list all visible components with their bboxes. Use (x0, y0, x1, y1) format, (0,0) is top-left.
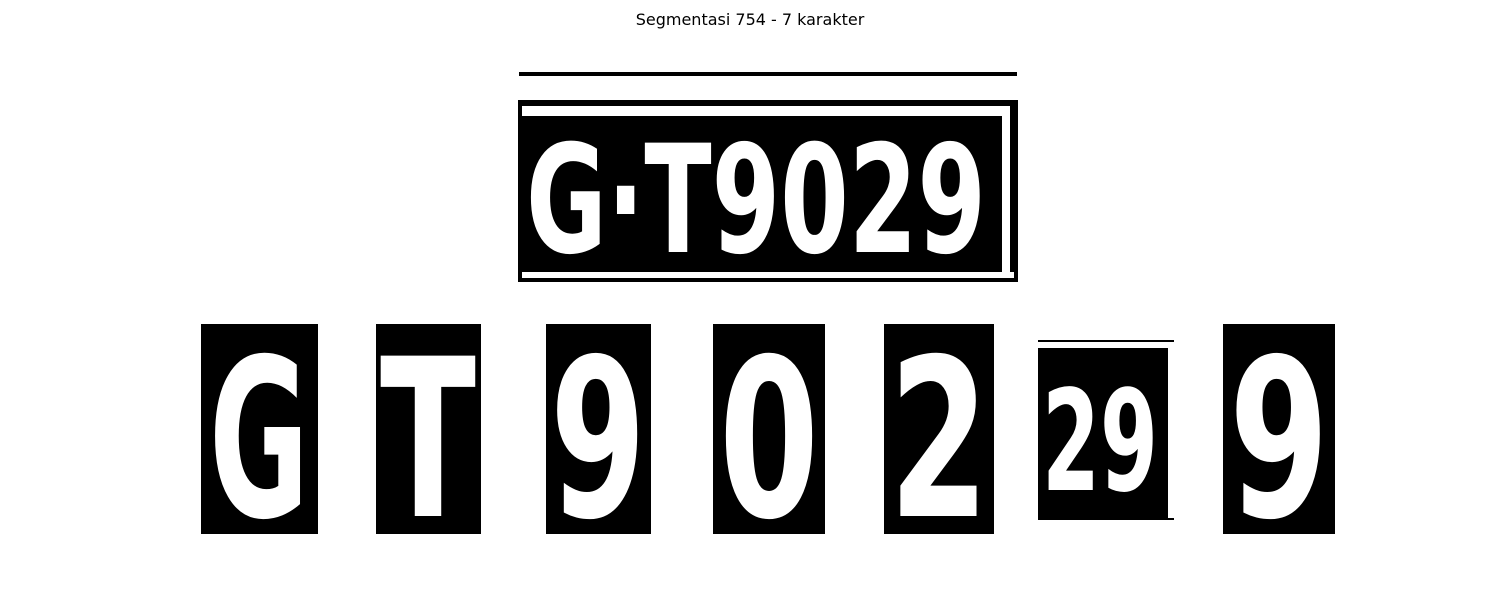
segment-3: 9 (546, 324, 651, 534)
segment-6-frame (1038, 342, 1174, 348)
segment-6-char: 29 (1042, 361, 1158, 520)
figure-title: Segmentasi 754 - 7 karakter (635, 10, 865, 29)
segment-6: 29 (1038, 340, 1181, 520)
segment-4: 0 (713, 324, 825, 534)
segment-4-char: 0 (719, 324, 819, 534)
segment-1: G (201, 324, 318, 534)
segment-3-char: 9 (550, 324, 646, 534)
segment-7: 9 (1223, 324, 1335, 534)
plate-top-line (519, 72, 1017, 76)
segment-2-char: T (380, 324, 476, 534)
plate-text: G·T9029 (526, 114, 986, 284)
segment-5-char: 2 (889, 324, 989, 534)
segment-2: T (376, 324, 481, 534)
segment-7-char: 9 (1229, 324, 1329, 534)
segment-5: 2 (884, 324, 994, 534)
plate-image: G·T9029 (518, 72, 1018, 284)
segment-1-char: G (209, 324, 309, 534)
